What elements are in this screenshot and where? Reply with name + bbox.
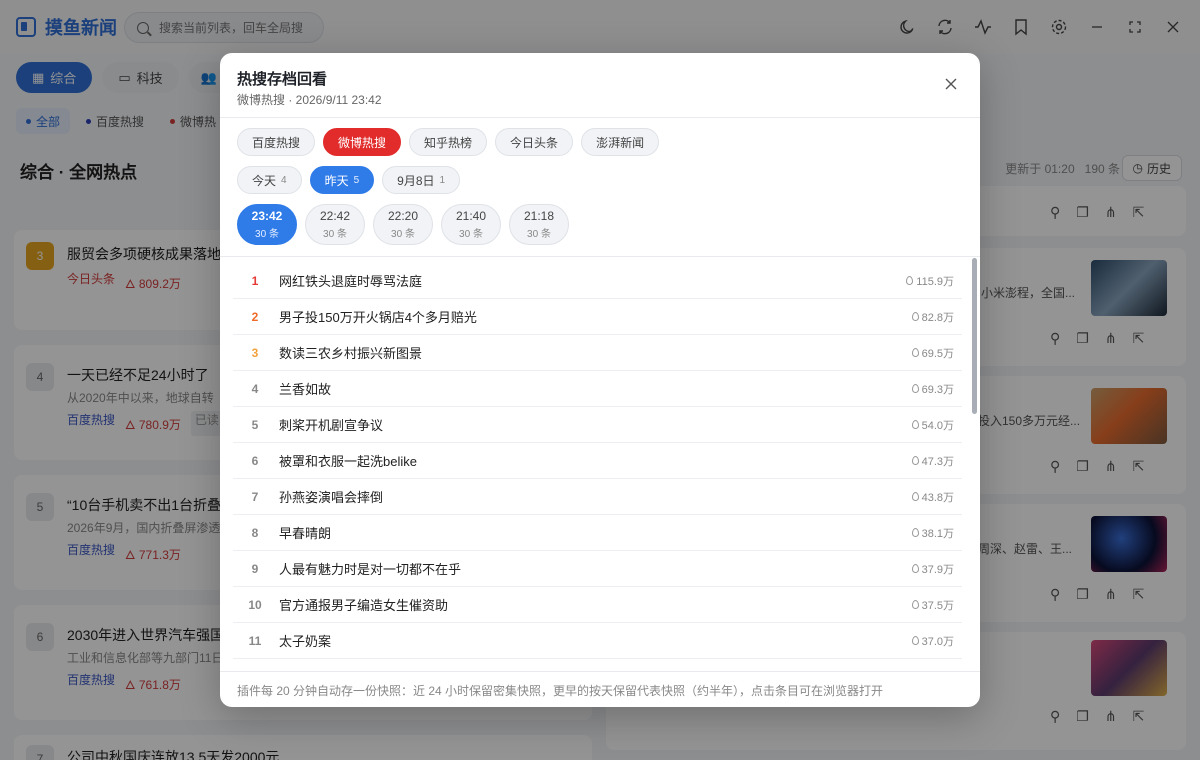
- list-scrollbar[interactable]: [972, 258, 977, 666]
- flame-icon: [911, 636, 919, 645]
- flame-icon: [911, 348, 919, 357]
- item-rank: 4: [251, 381, 259, 396]
- flame-icon: [911, 312, 919, 321]
- flame-icon: [911, 564, 919, 573]
- item-title[interactable]: 兰香如故: [277, 379, 852, 398]
- snapshot-tab[interactable]: 21:40 30 条: [441, 204, 501, 245]
- item-heat: 54.0万: [852, 417, 962, 433]
- item-title[interactable]: 被罩和衣服一起洗belike: [277, 451, 852, 470]
- day-count: 1: [439, 174, 446, 186]
- snapshot-time: 23:42: [251, 209, 283, 223]
- item-heat: 37.9万: [852, 561, 962, 577]
- item-heat: 115.9万: [852, 273, 962, 289]
- item-rank: 11: [248, 633, 262, 648]
- item-rank: 6: [251, 453, 259, 468]
- tab-toutiao[interactable]: 今日头条: [495, 128, 574, 156]
- item-heat: 38.1万: [852, 525, 962, 541]
- item-heat: 69.5万: [852, 345, 962, 361]
- list-item[interactable]: 3 数读三农乡村振兴新图景 69.5万: [233, 335, 962, 371]
- item-title[interactable]: 刺桨开机剧宣争议: [277, 415, 852, 434]
- tab-yesterday[interactable]: 昨天 5: [309, 166, 375, 194]
- item-heat: 69.3万: [852, 381, 962, 397]
- snapshot-time: 21:40: [455, 209, 487, 223]
- flame-icon: [911, 384, 919, 393]
- tab-sep-8[interactable]: 9月8日 1: [382, 166, 461, 194]
- snapshot-tab[interactable]: 23:42 30 条: [237, 204, 297, 245]
- snapshot-count: 30 条: [391, 229, 415, 240]
- item-title[interactable]: 网红铁头退庭时辱骂法庭: [277, 271, 852, 290]
- list-item[interactable]: 9 人最有魅力时是对一切都不在乎 37.9万: [233, 551, 962, 587]
- snapshot-tab[interactable]: 21:18 30 条: [509, 204, 569, 245]
- item-rank: 5: [251, 417, 259, 432]
- divider: [220, 256, 980, 257]
- flame-icon: [911, 456, 919, 465]
- item-rank: 7: [251, 489, 259, 504]
- snapshot-time-tabs: 23:42 30 条 22:42 30 条 22:20 30 条 21:40 3…: [237, 204, 569, 245]
- item-heat: 43.8万: [852, 489, 962, 505]
- item-rank: 3: [251, 345, 259, 360]
- tab-thepaper[interactable]: 澎湃新闻: [581, 128, 660, 156]
- snapshot-time: 22:20: [387, 209, 419, 223]
- list-item[interactable]: 1 网红铁头退庭时辱骂法庭 115.9万: [233, 263, 962, 299]
- item-title[interactable]: 早春晴朗: [277, 523, 852, 542]
- tab-zhihu[interactable]: 知乎热榜: [409, 128, 488, 156]
- item-title[interactable]: 官方通报男子编造女生催资助: [277, 595, 852, 614]
- modal-title: 热搜存档回看: [237, 71, 328, 88]
- list-item[interactable]: 6 被罩和衣服一起洗belike 47.3万: [233, 443, 962, 479]
- modal-subtitle: 微博热搜 · 2026/9/11 23:42: [237, 93, 382, 107]
- flame-icon: [911, 420, 919, 429]
- list-item[interactable]: 5 刺桨开机剧宣争议 54.0万: [233, 407, 962, 443]
- list-item[interactable]: 4 兰香如故 69.3万: [233, 371, 962, 407]
- flame-icon: [911, 528, 919, 537]
- item-heat: 37.5万: [852, 597, 962, 613]
- flame-icon: [911, 600, 919, 609]
- day-label: 9月8日: [397, 173, 435, 188]
- item-heat: 82.8万: [852, 309, 962, 325]
- list-item[interactable]: 2 男子投150万开火锅店4个多月赔光 82.8万: [233, 299, 962, 335]
- day-label: 昨天: [324, 173, 349, 188]
- item-rank: 9: [251, 561, 259, 576]
- snapshot-count: 30 条: [527, 229, 551, 240]
- item-rank: 1: [251, 273, 259, 288]
- item-title[interactable]: 孙燕姿演唱会摔倒: [277, 487, 852, 506]
- flame-icon: [906, 276, 914, 285]
- list-item[interactable]: 8 早春晴朗 38.1万: [233, 515, 962, 551]
- snapshot-time: 22:42: [319, 209, 351, 223]
- item-title[interactable]: 人最有魅力时是对一切都不在乎: [277, 559, 852, 578]
- close-icon[interactable]: [942, 75, 960, 93]
- scrollbar-thumb[interactable]: [972, 258, 977, 414]
- item-title[interactable]: 太子奶案: [277, 631, 852, 650]
- list-item[interactable]: 7 孙燕姿演唱会摔倒 43.8万: [233, 479, 962, 515]
- list-item[interactable]: 10 官方通报男子编造女生催资助 37.5万: [233, 587, 962, 623]
- snapshot-count: 30 条: [459, 229, 483, 240]
- item-title[interactable]: 男子投150万开火锅店4个多月赔光: [277, 307, 852, 326]
- tab-baidu[interactable]: 百度热搜: [237, 128, 316, 156]
- snapshot-tab[interactable]: 22:42 30 条: [305, 204, 365, 245]
- divider: [220, 671, 980, 672]
- item-title[interactable]: 数读三农乡村振兴新图景: [277, 343, 852, 362]
- item-rank: 8: [251, 525, 259, 540]
- day-count: 4: [281, 174, 287, 186]
- item-rank: 2: [251, 309, 259, 324]
- tab-weibo[interactable]: 微博热搜: [323, 128, 402, 156]
- snapshot-time: 21:18: [523, 209, 555, 223]
- modal-footer-note: 插件每 20 分钟自动存一份快照：近 24 小时保留密集快照，更早的按天保留代表…: [237, 684, 884, 698]
- item-heat: 47.3万: [852, 453, 962, 469]
- flame-icon: [911, 492, 919, 501]
- divider: [220, 117, 980, 118]
- day-tabs: 今天 4 昨天 5 9月8日 1: [237, 166, 461, 194]
- snapshot-count: 30 条: [255, 229, 279, 240]
- source-tabs: 百度热搜 微博热搜 知乎热榜 今日头条 澎湃新闻: [237, 128, 660, 156]
- day-count: 5: [353, 174, 360, 186]
- hot-search-list[interactable]: 1 网红铁头退庭时辱骂法庭 115.9万 2 男子投150万开火锅店4个多月赔光…: [233, 263, 962, 671]
- tab-today[interactable]: 今天 4: [237, 166, 302, 194]
- snapshot-tab[interactable]: 22:20 30 条: [373, 204, 433, 245]
- snapshot-count: 30 条: [323, 229, 347, 240]
- item-rank: 10: [248, 597, 262, 612]
- archive-modal: 热搜存档回看 微博热搜 · 2026/9/11 23:42 百度热搜 微博热搜 …: [220, 53, 980, 707]
- day-label: 今天: [252, 173, 277, 188]
- item-heat: 37.0万: [852, 633, 962, 649]
- list-item[interactable]: 11 太子奶案 37.0万: [233, 623, 962, 659]
